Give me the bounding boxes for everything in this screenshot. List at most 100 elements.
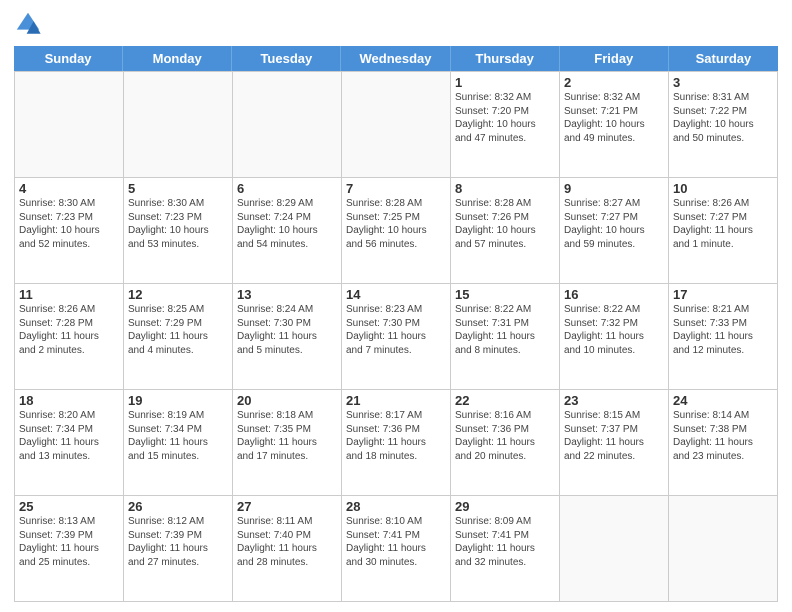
calendar-day-empty <box>342 72 451 178</box>
calendar-day-22: 22Sunrise: 8:16 AM Sunset: 7:36 PM Dayli… <box>451 390 560 496</box>
calendar-header: SundayMondayTuesdayWednesdayThursdayFrid… <box>14 46 778 71</box>
calendar-day-18: 18Sunrise: 8:20 AM Sunset: 7:34 PM Dayli… <box>15 390 124 496</box>
weekday-header-thursday: Thursday <box>451 46 560 71</box>
calendar-day-3: 3Sunrise: 8:31 AM Sunset: 7:22 PM Daylig… <box>669 72 778 178</box>
logo-icon <box>14 10 42 38</box>
day-info: Sunrise: 8:14 AM Sunset: 7:38 PM Dayligh… <box>673 409 773 463</box>
calendar-day-7: 7Sunrise: 8:28 AM Sunset: 7:25 PM Daylig… <box>342 178 451 284</box>
day-info: Sunrise: 8:11 AM Sunset: 7:40 PM Dayligh… <box>237 515 337 569</box>
day-number: 29 <box>455 499 555 514</box>
weekday-header-monday: Monday <box>123 46 232 71</box>
day-info: Sunrise: 8:22 AM Sunset: 7:32 PM Dayligh… <box>564 303 664 357</box>
calendar-day-9: 9Sunrise: 8:27 AM Sunset: 7:27 PM Daylig… <box>560 178 669 284</box>
logo <box>14 10 46 38</box>
day-info: Sunrise: 8:32 AM Sunset: 7:20 PM Dayligh… <box>455 91 555 145</box>
calendar-row-0: 1Sunrise: 8:32 AM Sunset: 7:20 PM Daylig… <box>15 72 778 178</box>
day-number: 14 <box>346 287 446 302</box>
page: SundayMondayTuesdayWednesdayThursdayFrid… <box>0 0 792 612</box>
calendar-day-6: 6Sunrise: 8:29 AM Sunset: 7:24 PM Daylig… <box>233 178 342 284</box>
calendar-day-4: 4Sunrise: 8:30 AM Sunset: 7:23 PM Daylig… <box>15 178 124 284</box>
calendar-day-23: 23Sunrise: 8:15 AM Sunset: 7:37 PM Dayli… <box>560 390 669 496</box>
calendar-day-5: 5Sunrise: 8:30 AM Sunset: 7:23 PM Daylig… <box>124 178 233 284</box>
day-number: 8 <box>455 181 555 196</box>
calendar-day-14: 14Sunrise: 8:23 AM Sunset: 7:30 PM Dayli… <box>342 284 451 390</box>
calendar-day-27: 27Sunrise: 8:11 AM Sunset: 7:40 PM Dayli… <box>233 496 342 602</box>
day-info: Sunrise: 8:30 AM Sunset: 7:23 PM Dayligh… <box>128 197 228 251</box>
day-number: 21 <box>346 393 446 408</box>
calendar-day-empty <box>669 496 778 602</box>
calendar-day-24: 24Sunrise: 8:14 AM Sunset: 7:38 PM Dayli… <box>669 390 778 496</box>
day-number: 10 <box>673 181 773 196</box>
day-info: Sunrise: 8:30 AM Sunset: 7:23 PM Dayligh… <box>19 197 119 251</box>
day-info: Sunrise: 8:12 AM Sunset: 7:39 PM Dayligh… <box>128 515 228 569</box>
day-number: 18 <box>19 393 119 408</box>
calendar-day-1: 1Sunrise: 8:32 AM Sunset: 7:20 PM Daylig… <box>451 72 560 178</box>
day-number: 27 <box>237 499 337 514</box>
day-info: Sunrise: 8:27 AM Sunset: 7:27 PM Dayligh… <box>564 197 664 251</box>
day-info: Sunrise: 8:16 AM Sunset: 7:36 PM Dayligh… <box>455 409 555 463</box>
day-number: 12 <box>128 287 228 302</box>
day-number: 2 <box>564 75 664 90</box>
calendar-day-11: 11Sunrise: 8:26 AM Sunset: 7:28 PM Dayli… <box>15 284 124 390</box>
day-number: 13 <box>237 287 337 302</box>
day-number: 7 <box>346 181 446 196</box>
calendar-day-16: 16Sunrise: 8:22 AM Sunset: 7:32 PM Dayli… <box>560 284 669 390</box>
calendar-row-3: 18Sunrise: 8:20 AM Sunset: 7:34 PM Dayli… <box>15 390 778 496</box>
calendar-day-empty <box>560 496 669 602</box>
day-number: 15 <box>455 287 555 302</box>
day-info: Sunrise: 8:18 AM Sunset: 7:35 PM Dayligh… <box>237 409 337 463</box>
weekday-header-tuesday: Tuesday <box>232 46 341 71</box>
day-info: Sunrise: 8:28 AM Sunset: 7:26 PM Dayligh… <box>455 197 555 251</box>
calendar: SundayMondayTuesdayWednesdayThursdayFrid… <box>14 46 778 602</box>
weekday-header-friday: Friday <box>560 46 669 71</box>
calendar-day-empty <box>124 72 233 178</box>
day-info: Sunrise: 8:32 AM Sunset: 7:21 PM Dayligh… <box>564 91 664 145</box>
calendar-day-13: 13Sunrise: 8:24 AM Sunset: 7:30 PM Dayli… <box>233 284 342 390</box>
day-info: Sunrise: 8:24 AM Sunset: 7:30 PM Dayligh… <box>237 303 337 357</box>
day-number: 28 <box>346 499 446 514</box>
day-info: Sunrise: 8:29 AM Sunset: 7:24 PM Dayligh… <box>237 197 337 251</box>
day-info: Sunrise: 8:26 AM Sunset: 7:27 PM Dayligh… <box>673 197 773 251</box>
calendar-day-20: 20Sunrise: 8:18 AM Sunset: 7:35 PM Dayli… <box>233 390 342 496</box>
day-number: 22 <box>455 393 555 408</box>
day-number: 17 <box>673 287 773 302</box>
day-number: 20 <box>237 393 337 408</box>
day-info: Sunrise: 8:15 AM Sunset: 7:37 PM Dayligh… <box>564 409 664 463</box>
calendar-row-1: 4Sunrise: 8:30 AM Sunset: 7:23 PM Daylig… <box>15 178 778 284</box>
day-number: 1 <box>455 75 555 90</box>
day-number: 23 <box>564 393 664 408</box>
day-info: Sunrise: 8:26 AM Sunset: 7:28 PM Dayligh… <box>19 303 119 357</box>
header <box>14 10 778 38</box>
day-info: Sunrise: 8:17 AM Sunset: 7:36 PM Dayligh… <box>346 409 446 463</box>
calendar-day-empty <box>233 72 342 178</box>
day-number: 19 <box>128 393 228 408</box>
calendar-day-25: 25Sunrise: 8:13 AM Sunset: 7:39 PM Dayli… <box>15 496 124 602</box>
day-info: Sunrise: 8:22 AM Sunset: 7:31 PM Dayligh… <box>455 303 555 357</box>
weekday-header-wednesday: Wednesday <box>341 46 450 71</box>
day-number: 11 <box>19 287 119 302</box>
calendar-day-12: 12Sunrise: 8:25 AM Sunset: 7:29 PM Dayli… <box>124 284 233 390</box>
day-info: Sunrise: 8:31 AM Sunset: 7:22 PM Dayligh… <box>673 91 773 145</box>
day-info: Sunrise: 8:20 AM Sunset: 7:34 PM Dayligh… <box>19 409 119 463</box>
day-info: Sunrise: 8:23 AM Sunset: 7:30 PM Dayligh… <box>346 303 446 357</box>
day-number: 9 <box>564 181 664 196</box>
calendar-day-8: 8Sunrise: 8:28 AM Sunset: 7:26 PM Daylig… <box>451 178 560 284</box>
day-info: Sunrise: 8:10 AM Sunset: 7:41 PM Dayligh… <box>346 515 446 569</box>
calendar-body: 1Sunrise: 8:32 AM Sunset: 7:20 PM Daylig… <box>14 71 778 602</box>
calendar-day-21: 21Sunrise: 8:17 AM Sunset: 7:36 PM Dayli… <box>342 390 451 496</box>
calendar-day-15: 15Sunrise: 8:22 AM Sunset: 7:31 PM Dayli… <box>451 284 560 390</box>
day-number: 3 <box>673 75 773 90</box>
day-info: Sunrise: 8:13 AM Sunset: 7:39 PM Dayligh… <box>19 515 119 569</box>
calendar-day-2: 2Sunrise: 8:32 AM Sunset: 7:21 PM Daylig… <box>560 72 669 178</box>
calendar-day-28: 28Sunrise: 8:10 AM Sunset: 7:41 PM Dayli… <box>342 496 451 602</box>
day-number: 6 <box>237 181 337 196</box>
calendar-day-19: 19Sunrise: 8:19 AM Sunset: 7:34 PM Dayli… <box>124 390 233 496</box>
day-info: Sunrise: 8:21 AM Sunset: 7:33 PM Dayligh… <box>673 303 773 357</box>
calendar-day-17: 17Sunrise: 8:21 AM Sunset: 7:33 PM Dayli… <box>669 284 778 390</box>
calendar-day-10: 10Sunrise: 8:26 AM Sunset: 7:27 PM Dayli… <box>669 178 778 284</box>
day-number: 25 <box>19 499 119 514</box>
weekday-header-saturday: Saturday <box>669 46 778 71</box>
day-info: Sunrise: 8:09 AM Sunset: 7:41 PM Dayligh… <box>455 515 555 569</box>
calendar-row-2: 11Sunrise: 8:26 AM Sunset: 7:28 PM Dayli… <box>15 284 778 390</box>
weekday-header-sunday: Sunday <box>14 46 123 71</box>
